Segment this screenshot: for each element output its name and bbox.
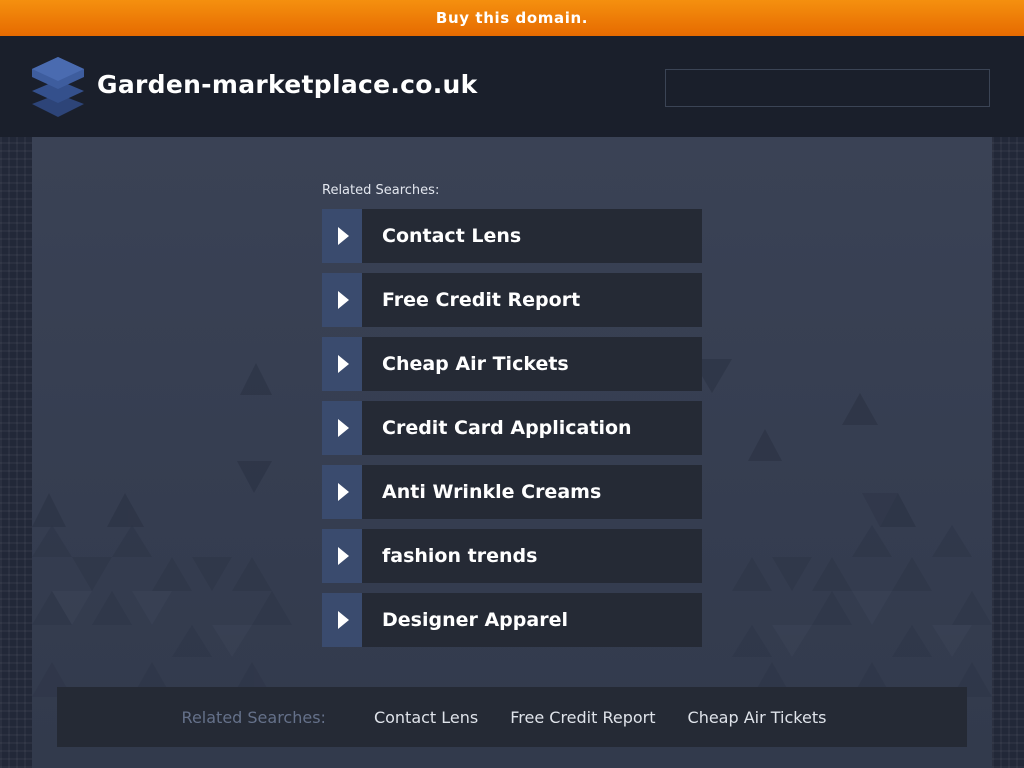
related-link-credit-card-application[interactable]: Credit Card Application (322, 401, 702, 455)
related-link-label[interactable]: Designer Apparel (362, 593, 702, 647)
related-link-label[interactable]: Credit Card Application (362, 401, 702, 455)
related-link-contact-lens[interactable]: Contact Lens (322, 209, 702, 263)
play-arrow-icon[interactable] (322, 273, 362, 327)
related-link-free-credit-report[interactable]: Free Credit Report (322, 273, 702, 327)
site-header: Garden-marketplace.co.uk (0, 36, 1024, 137)
footer-related-bar: Related Searches: Contact Lens Free Cred… (57, 687, 967, 747)
related-link-fashion-trends[interactable]: fashion trends (322, 529, 702, 583)
related-link-anti-wrinkle-creams[interactable]: Anti Wrinkle Creams (322, 465, 702, 519)
buy-domain-text[interactable]: Buy this domain. (436, 9, 588, 27)
play-arrow-icon[interactable] (322, 209, 362, 263)
footer-link-cheap-air-tickets[interactable]: Cheap Air Tickets (688, 708, 827, 727)
related-link-designer-apparel[interactable]: Designer Apparel (322, 593, 702, 647)
site-title[interactable]: Garden-marketplace.co.uk (97, 70, 478, 99)
footer-link-free-credit-report[interactable]: Free Credit Report (510, 708, 655, 727)
right-pattern-strip (992, 137, 1024, 768)
related-link-label[interactable]: Free Credit Report (362, 273, 702, 327)
buy-domain-banner[interactable]: Buy this domain. (0, 0, 1024, 36)
footer-related-label: Related Searches: (181, 707, 326, 727)
related-link-cheap-air-tickets[interactable]: Cheap Air Tickets (322, 337, 702, 391)
footer-link-contact-lens[interactable]: Contact Lens (374, 708, 478, 727)
related-link-label[interactable]: Anti Wrinkle Creams (362, 465, 702, 519)
play-arrow-icon[interactable] (322, 593, 362, 647)
related-links-list: Contact Lens Free Credit Report Cheap Ai… (322, 209, 702, 657)
search-input[interactable] (665, 69, 990, 107)
related-link-label[interactable]: Cheap Air Tickets (362, 337, 702, 391)
play-arrow-icon[interactable] (322, 401, 362, 455)
related-searches-heading: Related Searches: (322, 183, 440, 198)
main-content: Related Searches: Contact Lens Free Cred… (32, 137, 992, 768)
play-arrow-icon[interactable] (322, 337, 362, 391)
left-pattern-strip (0, 137, 32, 768)
play-arrow-icon[interactable] (322, 529, 362, 583)
related-link-label[interactable]: fashion trends (362, 529, 702, 583)
stacked-layers-icon[interactable] (30, 56, 86, 118)
related-link-label[interactable]: Contact Lens (362, 209, 702, 263)
play-arrow-icon[interactable] (322, 465, 362, 519)
